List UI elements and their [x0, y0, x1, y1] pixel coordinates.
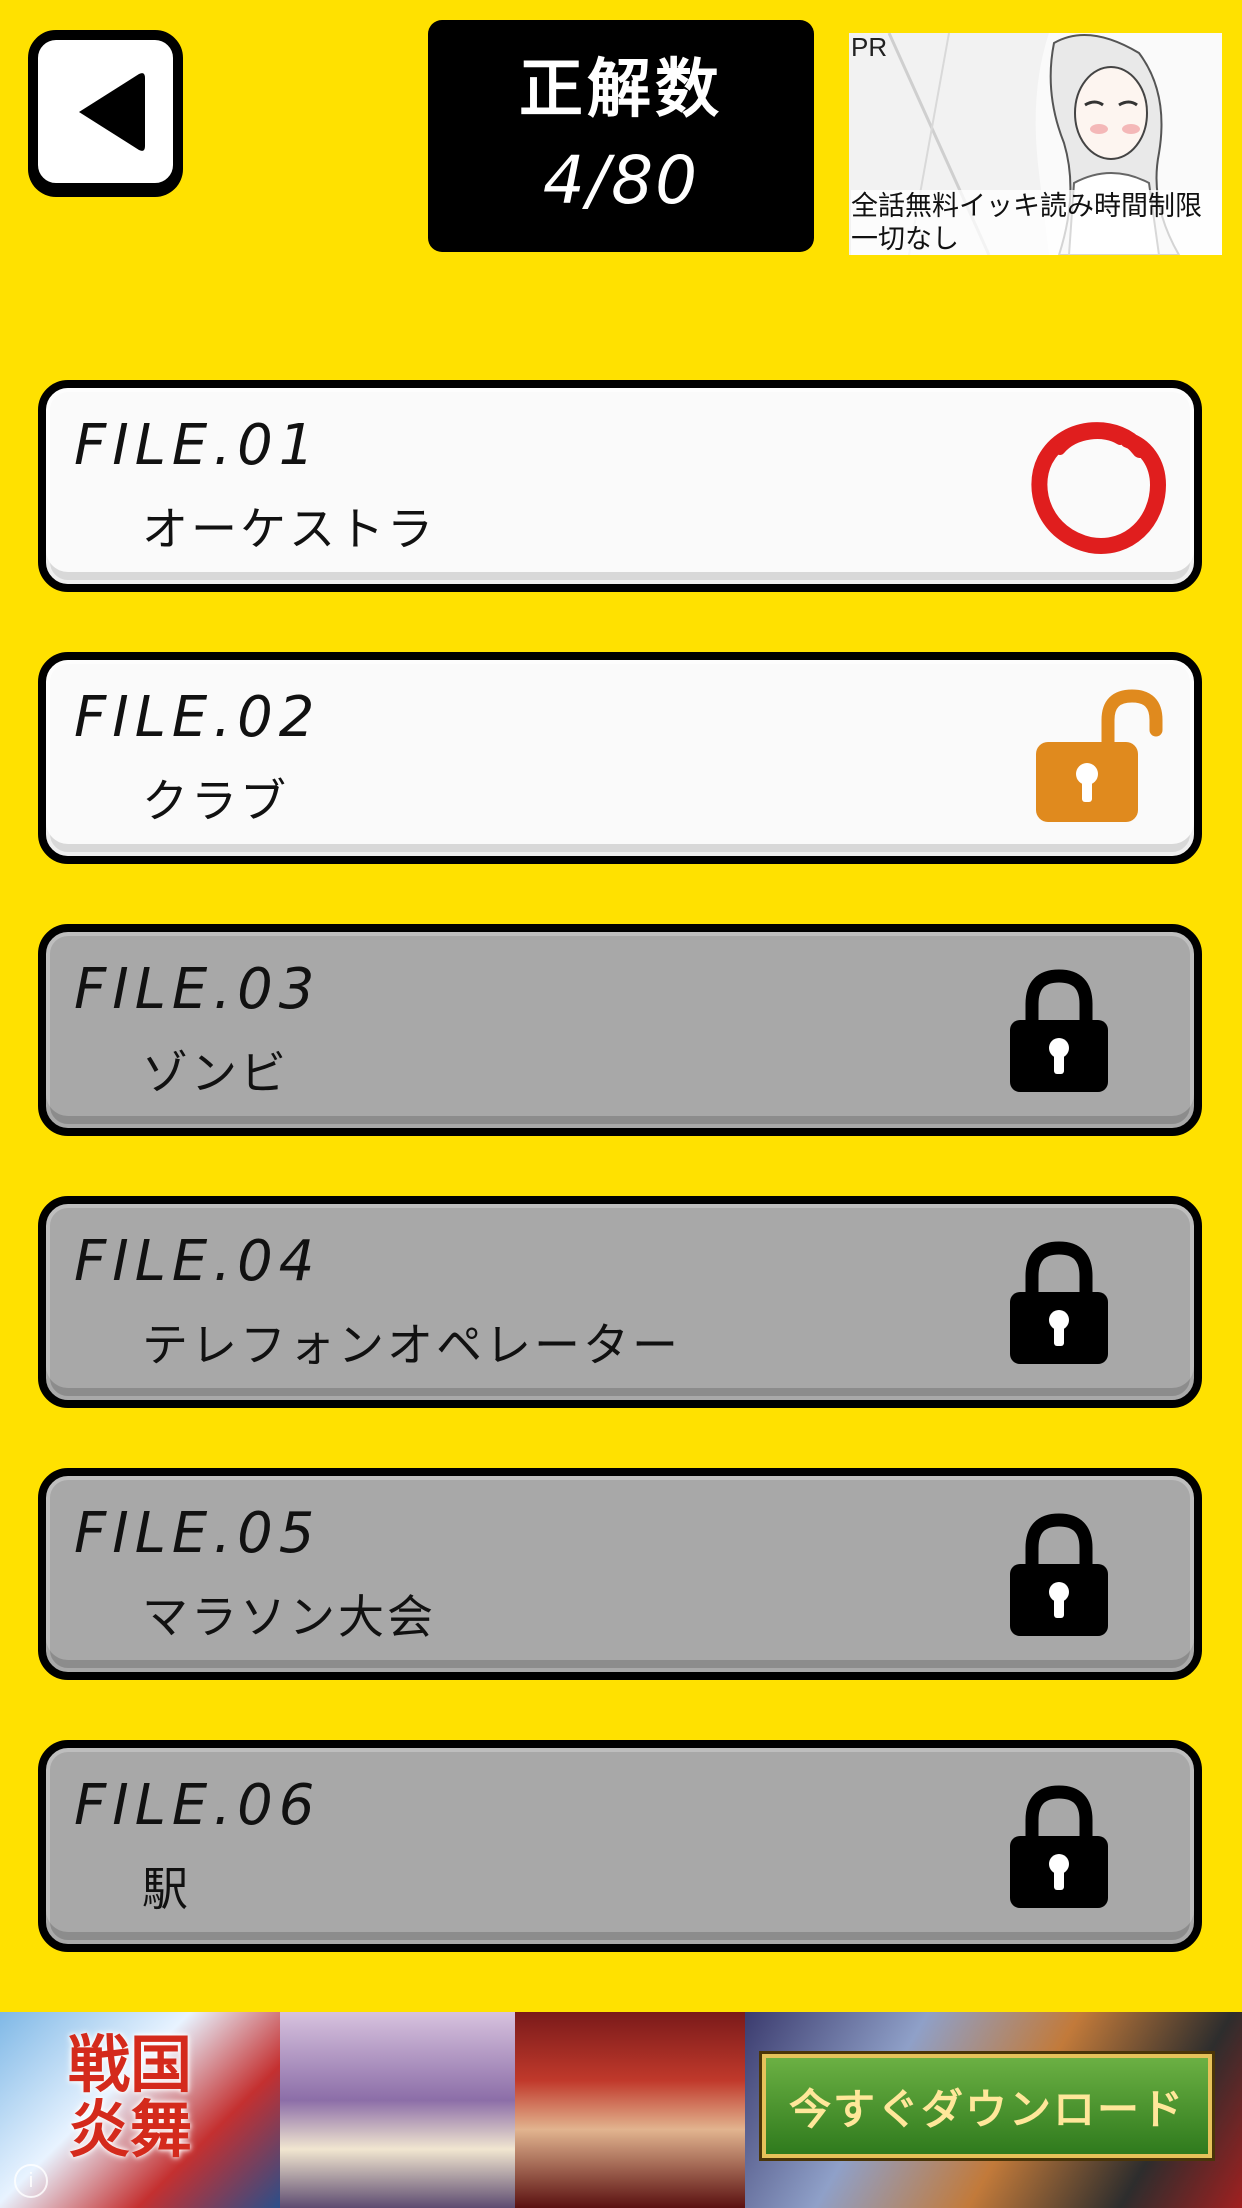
top-ad-banner[interactable]: PR 全話無料イッキ読み時間制限一切なし: [849, 33, 1222, 255]
file-number: FILE.01: [74, 413, 321, 478]
score-title: 正解数: [519, 52, 723, 127]
file-number: FILE.06: [74, 1773, 321, 1838]
ad-art-panel: [280, 2012, 515, 2208]
ad-caption: 全話無料イッキ読み時間制限一切なし: [851, 190, 1222, 255]
red-circle-icon: [1031, 422, 1167, 554]
padlock-icon: [1010, 1513, 1108, 1636]
file-title: マラソン大会: [142, 1590, 436, 1644]
file-item-04[interactable]: FILE.04 テレフォンオペレーター: [38, 1196, 1202, 1408]
padlock-icon: [1010, 1785, 1108, 1908]
padlock-icon: [1010, 969, 1108, 1092]
file-item-03[interactable]: FILE.03 ゾンビ: [38, 924, 1202, 1136]
ad-info-icon[interactable]: i: [14, 2164, 48, 2198]
locked-status: [984, 1498, 1134, 1648]
score-panel: 正解数 4/80: [428, 20, 814, 252]
file-title: 駅: [142, 1862, 191, 1916]
ad-pr-label: PR: [851, 33, 888, 62]
file-title: ゾンビ: [142, 1046, 289, 1100]
ad-game-logo: 戦国炎舞: [67, 2028, 192, 2167]
bottom-ad-banner[interactable]: 戦国炎舞 i 今すぐダウンロード: [0, 2012, 1242, 2208]
locked-status: [984, 1770, 1134, 1920]
file-number: FILE.02: [74, 685, 321, 750]
unlocked-padlock-icon: [1036, 689, 1163, 822]
locked-status: [984, 954, 1134, 1104]
file-number: FILE.03: [74, 957, 321, 1022]
padlock-icon: [1010, 1241, 1108, 1364]
file-title: テレフォンオペレーター: [142, 1318, 681, 1372]
file-item-02[interactable]: FILE.02 クラブ: [38, 652, 1202, 864]
file-item-06[interactable]: FILE.06 駅: [38, 1740, 1202, 1952]
file-list: FILE.01 オーケストラ FILE.02 クラブ FILE.03 ゾンビ F…: [38, 380, 1202, 2012]
file-number: FILE.05: [74, 1501, 321, 1566]
back-button[interactable]: [28, 30, 183, 193]
ad-download-button[interactable]: 今すぐダウンロード: [762, 2054, 1212, 2158]
ad-art-panel: [515, 2012, 745, 2208]
triangle-left-icon: [78, 72, 145, 151]
file-title: クラブ: [142, 774, 289, 828]
cleared-status: [1020, 410, 1170, 560]
file-title: オーケストラ: [142, 502, 436, 556]
locked-status: [984, 1226, 1134, 1376]
file-item-05[interactable]: FILE.05 マラソン大会: [38, 1468, 1202, 1680]
unlocked-status: [1020, 682, 1170, 832]
file-item-01[interactable]: FILE.01 オーケストラ: [38, 380, 1202, 592]
score-value: 4/80: [542, 142, 700, 219]
file-number: FILE.04: [74, 1229, 321, 1294]
